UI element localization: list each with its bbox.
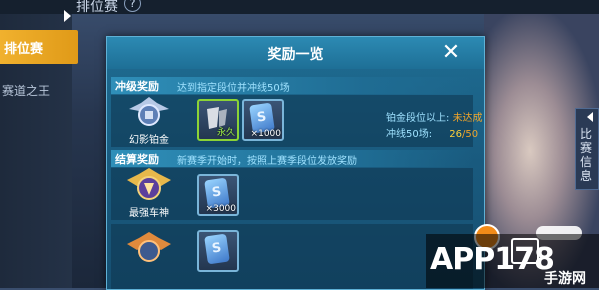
platinum-badge-icon xyxy=(129,97,169,126)
permanent-tag: 永久 xyxy=(216,128,235,138)
rank-badge-top: 最强车神 xyxy=(125,168,173,220)
status-line-races: 冲线50场: 26/50 xyxy=(386,125,478,140)
section-header: 冲级奖励 达到指定段位并冲线50场 xyxy=(111,77,473,94)
status-label: 冲线50场: xyxy=(386,129,433,140)
modal-header: 奖励一览 ✕ xyxy=(107,37,484,69)
top-rank-badge-icon xyxy=(127,168,171,200)
section-body: 幻影铂金 永久 ×1000 铂金段位以上: 未达成 冲线50场: 26/50 xyxy=(111,95,483,147)
sidebar-tab-label: 排位赛 xyxy=(4,42,44,57)
progress-total: 50 xyxy=(465,129,479,140)
level-reward-section: 冲级奖励 达到指定段位并冲线50场 幻影铂金 永久 S ×1000 铂金段位以上… xyxy=(111,77,483,149)
status-value: 未达成 xyxy=(452,113,483,124)
section-header: 结算奖励 新赛季开始时，按照上赛季段位发放奖励 xyxy=(111,150,473,167)
page-title: 排位赛 xyxy=(76,0,118,15)
match-info-label: 比赛信息 xyxy=(580,127,593,183)
modal-title: 奖励一览 xyxy=(267,47,324,63)
rank-badge-second xyxy=(125,230,173,282)
arrow-left-icon xyxy=(587,112,593,122)
status-label: 铂金段位以上: xyxy=(386,113,450,124)
reward-item-permanent[interactable]: 永久 xyxy=(197,99,239,141)
rank-name: 幻影铂金 xyxy=(129,135,169,146)
section-desc: 达到指定段位并冲线50场 xyxy=(177,83,290,94)
settle-reward-section: 结算奖励 新赛季开始时，按照上赛季段位发放奖励 最强车神 ×3000 xyxy=(111,150,473,289)
reward-row xyxy=(111,224,473,289)
section-desc: 新赛季开始时，按照上赛季段位发放奖励 xyxy=(177,156,357,167)
rank-name: 最强车神 xyxy=(129,208,169,219)
second-rank-badge-icon xyxy=(127,232,171,262)
close-icon[interactable]: ✕ xyxy=(437,40,465,66)
sidebar-item-track-king[interactable]: 赛道之王 xyxy=(2,82,50,99)
reward-row: 最强车神 ×3000 xyxy=(111,168,473,220)
section-title: 结算奖励 xyxy=(115,153,159,166)
reward-item-coupon[interactable]: ×1000 xyxy=(242,99,284,141)
section-title: 冲级奖励 xyxy=(115,80,159,93)
reward-item-coupon[interactable]: ×3000 xyxy=(197,174,239,216)
rank-badge-platinum: 幻影铂金 xyxy=(125,95,173,147)
sidebar-tab-ranked[interactable]: 排位赛 xyxy=(0,30,78,64)
coupon-card-icon xyxy=(204,233,230,265)
item-quantity: ×3000 xyxy=(205,204,236,214)
watermark: APP178 手游网 xyxy=(426,234,599,288)
item-quantity: ×1000 xyxy=(250,129,281,139)
reward-item-coupon[interactable] xyxy=(197,230,239,272)
watermark-text: APP178 xyxy=(430,242,555,277)
arrow-right-icon xyxy=(64,10,71,22)
status-line-rank: 铂金段位以上: 未达成 xyxy=(386,109,483,124)
watermark-sub: 手游网 xyxy=(544,271,586,287)
progress-current: 26 xyxy=(449,129,463,140)
